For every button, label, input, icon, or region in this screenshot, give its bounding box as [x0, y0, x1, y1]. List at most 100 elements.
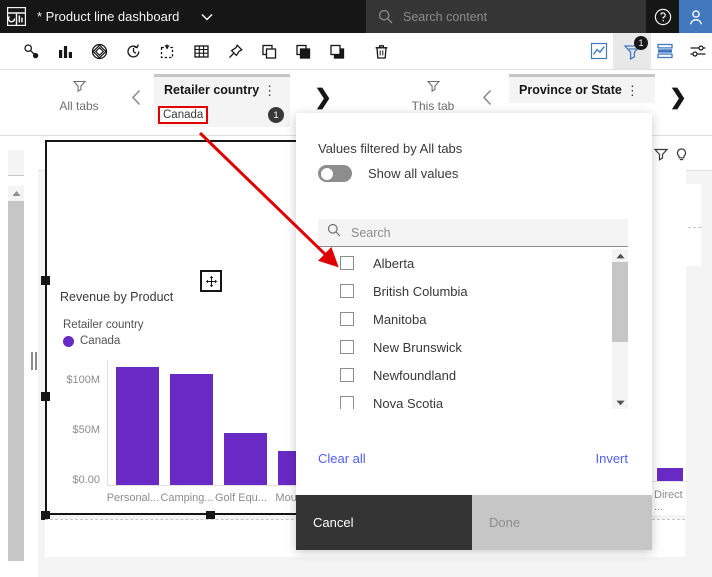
show-all-values-row[interactable]: Show all values — [318, 165, 458, 182]
caret-up-icon[interactable] — [612, 249, 628, 262]
global-search[interactable] — [366, 0, 646, 33]
filter-scope-all-tabs[interactable]: All tabs — [36, 74, 122, 118]
panel-scroll-top[interactable] — [8, 150, 24, 176]
history-icon[interactable] — [114, 33, 152, 69]
checkbox-nova-scotia[interactable] — [340, 396, 354, 409]
option-label: Alberta — [373, 256, 414, 271]
dashboard-logo-icon[interactable] — [0, 0, 33, 33]
panel-resize-grip[interactable] — [30, 350, 37, 372]
clear-all-link[interactable]: Clear all — [318, 451, 366, 466]
legend-label: Canada — [80, 335, 120, 347]
done-button[interactable]: Done — [472, 495, 652, 550]
copy-icon[interactable] — [250, 33, 288, 69]
editor-toolbar: 1 — [0, 33, 712, 70]
filter-chip-province-or-state-name: Province or State — [519, 83, 622, 97]
list-item[interactable]: Newfoundland — [318, 361, 628, 389]
right-panel-bar-label: Direct ... — [654, 489, 686, 513]
filter-list-scrollbar[interactable] — [612, 249, 628, 409]
x-tick-camping: Camping... — [158, 492, 216, 504]
checkbox-alberta[interactable] — [340, 256, 354, 270]
chart-legend-item-canada[interactable]: Canada — [63, 335, 120, 347]
chart-right-panel-actions — [654, 148, 688, 167]
y-tick-50m: $50M — [52, 424, 100, 436]
lightbulb-icon[interactable] — [675, 148, 688, 167]
filter-funnel-icon — [427, 79, 440, 97]
canvas-scroll-thumb[interactable] — [8, 201, 24, 561]
move-handle[interactable] — [200, 270, 222, 292]
filter-chip-retailer-country-value[interactable]: Canada — [160, 108, 206, 122]
filter-search-input[interactable] — [351, 226, 601, 240]
option-label: New Brunswick — [373, 340, 462, 355]
app-header: * Product line dashboard — [0, 0, 712, 33]
filter-funnel-icon — [73, 79, 86, 97]
select-area-icon[interactable] — [148, 33, 186, 69]
chart-y-axis — [107, 360, 108, 486]
user-avatar[interactable] — [679, 0, 712, 33]
window-title: * Product line dashboard — [33, 9, 179, 24]
filter-scope-this-tab-label: This tab — [412, 99, 455, 113]
properties-icon[interactable] — [679, 33, 712, 69]
invert-link[interactable]: Invert — [595, 451, 628, 466]
show-all-values-label: Show all values — [368, 166, 458, 181]
list-item[interactable]: Alberta — [318, 249, 628, 277]
palette-icon[interactable] — [80, 33, 118, 69]
filter-chip-province-or-state[interactable]: Province or State ⋮ — [509, 74, 655, 103]
resize-handle-middle-left[interactable] — [41, 392, 50, 401]
selection-tool-icon[interactable] — [12, 33, 50, 69]
checkbox-british-columbia[interactable] — [340, 284, 354, 298]
caret-down-icon[interactable] — [612, 396, 628, 409]
resize-handle-top-left[interactable] — [41, 276, 50, 285]
bar-camping[interactable] — [170, 374, 213, 485]
list-item[interactable]: Nova Scotia — [318, 389, 628, 409]
option-label: Manitoba — [373, 312, 426, 327]
checkbox-manitoba[interactable] — [340, 312, 354, 326]
option-label: Nova Scotia — [373, 396, 443, 410]
show-all-values-toggle[interactable] — [318, 165, 352, 182]
search-icon — [378, 9, 393, 24]
send-to-back-icon[interactable] — [318, 33, 356, 69]
list-item[interactable]: Manitoba — [318, 305, 628, 333]
filter-search-box[interactable] — [318, 219, 628, 247]
bring-to-front-icon[interactable] — [284, 33, 322, 69]
cancel-button[interactable]: Cancel — [296, 495, 472, 550]
overflow-menu-icon[interactable]: ⋮ — [263, 84, 275, 97]
legend-color-swatch — [63, 336, 74, 347]
chart-right-panel: Direct ... — [650, 140, 686, 515]
filter-prev-left-icon[interactable] — [125, 84, 147, 110]
filter-chip-retailer-country-count: 1 — [268, 107, 284, 123]
filter-funnel-icon[interactable] — [654, 148, 668, 167]
popup-action-bar: Cancel Done — [296, 495, 652, 550]
help-icon[interactable] — [646, 0, 679, 33]
overflow-menu-icon[interactable]: ⋮ — [626, 84, 638, 97]
checkbox-newfoundland[interactable] — [340, 368, 354, 382]
list-item[interactable]: British Columbia — [318, 277, 628, 305]
list-item[interactable]: New Brunswick — [318, 333, 628, 361]
bar-golf-equipment[interactable] — [224, 433, 267, 485]
pin-icon[interactable] — [216, 33, 254, 69]
chart-legend-title: Retailer country — [63, 319, 144, 331]
filter-options-list[interactable]: Alberta British Columbia Manitoba New Br… — [318, 249, 628, 409]
filter-prev-left-icon-right-group[interactable] — [476, 84, 498, 110]
chevron-down-icon[interactable] — [195, 0, 219, 33]
y-tick-0: $0.00 — [52, 474, 100, 486]
checkbox-new-brunswick[interactable] — [340, 340, 354, 354]
filter-next-right-icon-left-group[interactable]: ❯ — [310, 82, 336, 112]
caret-up-icon[interactable] — [8, 186, 24, 200]
filter-scope-all-tabs-label: All tabs — [59, 99, 98, 113]
bar-personal[interactable] — [116, 367, 159, 485]
filter-scope-this-tab[interactable]: This tab — [390, 74, 476, 118]
option-label: British Columbia — [373, 284, 468, 299]
filter-next-right-icon-right-group[interactable]: ❯ — [665, 82, 691, 112]
right-panel-axis — [651, 481, 687, 482]
right-panel-bar[interactable] — [657, 468, 683, 481]
grid-icon[interactable] — [182, 33, 220, 69]
option-label: Newfoundland — [373, 368, 456, 383]
filter-list-scroll-thumb[interactable] — [612, 262, 628, 342]
popup-links-row: Clear all Invert — [318, 451, 628, 466]
visualization-icon[interactable] — [46, 33, 84, 69]
chart-title: Revenue by Product — [60, 290, 173, 304]
x-tick-golf: Golf Equ... — [212, 492, 270, 504]
filter-chip-retailer-country[interactable]: Retailer country ⋮ Canada 1 — [154, 74, 290, 127]
search-input[interactable] — [403, 10, 623, 24]
delete-icon[interactable] — [362, 33, 400, 69]
